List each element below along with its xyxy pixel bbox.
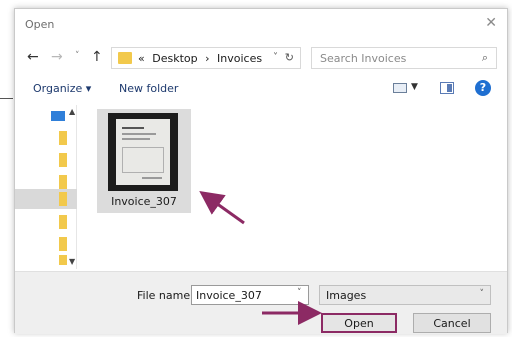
folder-icon[interactable]	[59, 255, 67, 265]
folder-icon[interactable]	[59, 192, 67, 206]
breadcrumb-desktop[interactable]: Desktop	[152, 52, 197, 65]
address-dropdown-chevron-icon[interactable]: ˅	[273, 52, 278, 63]
file-type-select[interactable]: Images ˅	[319, 285, 491, 305]
back-arrow-icon[interactable]: ←	[27, 49, 39, 65]
open-file-dialog: Open ✕ ← → ˅ ↑ « Desktop › Invoices ˅ ↻ …	[14, 8, 508, 334]
selected-nav-item[interactable]	[15, 189, 77, 209]
folder-icon[interactable]	[59, 153, 67, 167]
preview-pane-icon[interactable]	[440, 82, 454, 94]
breadcrumb: « Desktop › Invoices	[138, 52, 266, 65]
file-list: Invoice_307	[79, 105, 507, 269]
preview-line	[122, 138, 150, 140]
new-folder-button[interactable]: New folder	[119, 82, 178, 95]
file-name-field[interactable]	[191, 285, 309, 305]
up-arrow-icon[interactable]: ↑	[91, 49, 103, 65]
file-item-invoice[interactable]: Invoice_307	[97, 109, 191, 213]
scroll-up-icon[interactable]: ▲	[69, 107, 75, 116]
address-bar[interactable]: « Desktop › Invoices ˅ ↻	[111, 47, 301, 69]
file-type-value: Images	[326, 289, 367, 302]
title-bar: Open ✕	[15, 9, 507, 41]
refresh-icon[interactable]: ↻	[285, 51, 294, 64]
preview-line	[122, 133, 156, 135]
breadcrumb-invoices[interactable]: Invoices	[217, 52, 262, 65]
preview-heading	[122, 127, 144, 129]
folder-icon[interactable]	[59, 215, 67, 229]
close-icon[interactable]: ✕	[485, 15, 497, 31]
folder-icon[interactable]	[59, 237, 67, 251]
command-toolbar: Organize ▾ New folder ▼ ?	[15, 77, 507, 101]
navigation-pane[interactable]: ▲ ▼	[15, 105, 77, 269]
file-name-label: Invoice_307	[111, 195, 177, 208]
folder-icon[interactable]	[59, 175, 67, 189]
breadcrumb-separator-icon: ›	[205, 52, 210, 65]
preview-table	[122, 147, 164, 173]
forward-arrow-icon[interactable]: →	[51, 49, 63, 65]
file-name-dropdown-chevron-icon[interactable]: ˅	[297, 288, 302, 298]
search-box[interactable]: Search Invoices ⌕	[311, 47, 497, 69]
scroll-down-icon[interactable]: ▼	[69, 257, 75, 266]
invoice-thumbnail	[108, 113, 178, 191]
view-options-dropdown-icon[interactable]: ▼	[411, 82, 418, 92]
open-button[interactable]: Open	[321, 313, 397, 333]
dialog-title: Open	[25, 18, 55, 31]
bottom-bar: File name: ˅ Images ˅ Open Cancel	[15, 271, 507, 334]
search-icon[interactable]: ⌕	[482, 51, 488, 65]
navigation-row: ← → ˅ ↑ « Desktop › Invoices ˅ ↻ Search …	[15, 45, 507, 71]
cancel-button[interactable]: Cancel	[413, 313, 491, 333]
document-preview	[116, 119, 170, 185]
folder-icon[interactable]	[59, 131, 67, 145]
folder-icon	[118, 52, 132, 64]
external-guide-line	[0, 98, 13, 99]
recent-locations-chevron-icon[interactable]: ˅	[75, 51, 80, 61]
file-type-chevron-icon[interactable]: ˅	[480, 289, 485, 299]
file-name-field-label: File name:	[137, 289, 194, 302]
help-icon[interactable]: ?	[475, 80, 491, 96]
preview-line	[142, 177, 162, 179]
breadcrumb-overflow[interactable]: «	[138, 52, 145, 65]
this-pc-icon[interactable]	[51, 111, 65, 121]
search-input[interactable]: Search Invoices	[320, 52, 406, 65]
organize-button[interactable]: Organize ▾	[33, 82, 91, 95]
change-view-icon[interactable]	[393, 83, 407, 93]
